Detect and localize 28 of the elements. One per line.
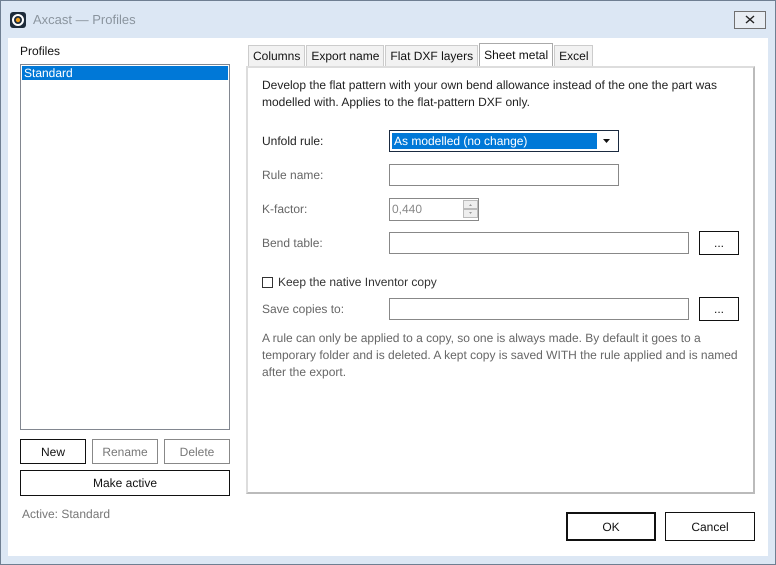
tab[interactable]: Sheet metal: [479, 43, 554, 66]
tab[interactable]: Export name: [306, 45, 384, 66]
checkbox[interactable]: [262, 276, 273, 288]
intro-text: Develop the flat pattern with your own bend allowance instead of the one the part was modelled with. Applies to the flat-pattern DXF only.: [262, 77, 718, 111]
caret-icon: [603, 139, 610, 143]
field-label: Rule name:: [262, 168, 324, 182]
tab[interactable]: Excel: [554, 45, 594, 66]
make-active-button[interactable]: Make active: [20, 470, 230, 496]
unfold-rule-dropdown[interactable]: As modelled (no change): [389, 130, 619, 152]
app-logo-icon: [10, 12, 26, 28]
profile-button[interactable]: New: [20, 439, 86, 464]
profiles-label: Profiles: [20, 44, 62, 60]
field-label: K-factor:: [262, 202, 308, 216]
tab[interactable]: Flat DXF layers: [385, 45, 478, 66]
active-profile-text: Active: Standard: [21, 507, 112, 521]
close-icon: [745, 15, 755, 24]
save-copies-field[interactable]: [389, 298, 689, 320]
keep-copy-label: Keep the native Inventor copy: [278, 275, 437, 289]
note-text: A rule can only be applied to a copy, so one is always made. By default it goes to a temporary folder and is deleted. A kept copy is saved WITH the rule applied and is named after the export.: [262, 330, 739, 381]
window-title: Axcast — Profiles: [33, 12, 136, 27]
profile-item[interactable]: Standard: [22, 66, 228, 80]
tab[interactable]: Columns: [248, 45, 306, 66]
dialog-button[interactable]: OK: [566, 512, 656, 541]
field-label: Bend table:: [262, 236, 324, 250]
close-button[interactable]: [734, 10, 766, 28]
dialog-button[interactable]: Cancel: [665, 512, 755, 541]
field-label: Save copies to:: [262, 302, 346, 316]
field-label: Unfold rule:: [262, 134, 324, 148]
